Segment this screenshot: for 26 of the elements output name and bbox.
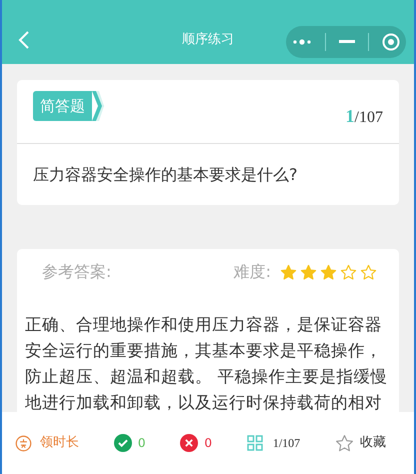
star-icon[interactable] — [335, 434, 354, 452]
wrong-count: 0 — [204, 435, 212, 452]
filled-star-icon — [320, 264, 337, 280]
progress-count[interactable]: 1/107 — [272, 434, 300, 452]
filled-star-icon — [280, 264, 297, 280]
question-text: 压力容器安全操作的基本要求是什么? — [33, 164, 298, 186]
more-icon[interactable] — [292, 38, 312, 46]
empty-star-icon — [360, 264, 377, 280]
close-icon[interactable] — [382, 33, 400, 51]
grid-icon[interactable] — [246, 435, 263, 451]
answer-label: 参考答案: — [42, 261, 112, 283]
minimize-icon[interactable] — [338, 40, 355, 44]
answer-text: 正确、合理地操作和使用压力容器，是保证容器安全运行的重要措施，其基本要求是平稳操作，防止超压、超温和超载。 平稳操作主要是指缓慢地进行加载和卸载，以及运行时保持载荷的相对 — [24, 314, 388, 412]
correct-count: 0 — [138, 435, 146, 452]
favorite-label[interactable]: 收藏 — [360, 433, 386, 453]
page-title: 顺序练习 — [182, 30, 234, 48]
check-icon — [114, 434, 132, 452]
current-number: 1 — [346, 106, 355, 126]
difficulty-label: 难度: — [234, 261, 271, 283]
total-count: /107 — [354, 109, 383, 126]
empty-star-icon — [340, 264, 357, 280]
badge-icon[interactable] — [15, 434, 32, 452]
tag-arrow-icon — [92, 91, 104, 121]
back-icon[interactable] — [18, 30, 30, 50]
filled-star-icon — [300, 264, 317, 280]
cross-icon — [180, 434, 198, 452]
